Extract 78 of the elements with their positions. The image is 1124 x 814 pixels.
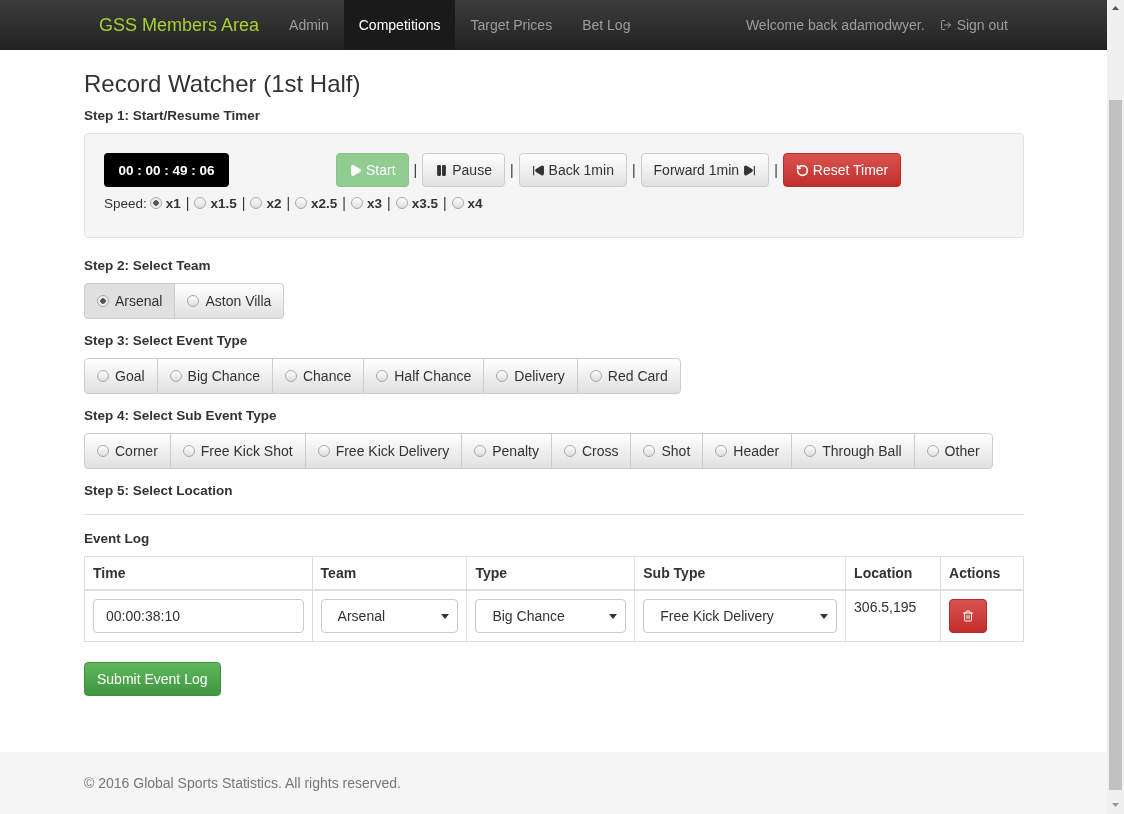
- option-button[interactable]: Red Card: [576, 358, 681, 394]
- step-label: Step 1: Start/Resume Timer: [84, 108, 262, 123]
- caret-icon: [820, 613, 829, 619]
- sign-out-link[interactable]: Sign out: [939, 17, 1023, 33]
- option-button[interactable]: Big Chance: [156, 358, 273, 394]
- speed-option[interactable]: x3: [351, 195, 382, 211]
- option-button[interactable]: Aston Villa: [174, 283, 285, 319]
- rotate-icon: [795, 163, 809, 177]
- option-button[interactable]: Half Chance: [363, 358, 485, 394]
- back-button[interactable]: Back 1min: [518, 153, 627, 187]
- nav-link[interactable]: Bet Log: [567, 0, 646, 50]
- welcome-text: Welcome back adamodwyer.: [745, 17, 925, 33]
- step-label: Step 4: Select Sub Event Type: [84, 408, 278, 423]
- option-button[interactable]: Chance: [271, 358, 365, 394]
- trash-icon: [962, 610, 974, 622]
- pause-icon: [435, 163, 449, 177]
- speed-option[interactable]: x3.5: [395, 195, 438, 211]
- nav-link[interactable]: Admin: [274, 0, 344, 50]
- speed-option[interactable]: x2.5: [295, 195, 338, 211]
- pause-button[interactable]: Pause: [422, 153, 505, 187]
- separator: |: [241, 195, 246, 211]
- option-button[interactable]: Penalty: [461, 433, 552, 469]
- option-button[interactable]: Free Kick Shot: [169, 433, 306, 469]
- step-label: Step 5: Select Location: [84, 483, 234, 498]
- team-select[interactable]: Arsenal: [320, 599, 459, 633]
- type-select[interactable]: Big Chance: [475, 599, 627, 633]
- column-header: Team: [312, 556, 467, 590]
- step-label: Step 3: Select Event Type: [84, 333, 249, 348]
- nav-link[interactable]: Competitions: [343, 0, 456, 50]
- sign-out-icon: [939, 19, 952, 31]
- separator: |: [185, 195, 190, 211]
- option-button[interactable]: Through Ball: [791, 433, 915, 469]
- option-button[interactable]: Corner: [84, 433, 171, 469]
- column-header: Sub Type: [634, 556, 846, 590]
- scrollbar[interactable]: [1107, 0, 1124, 814]
- speed-label: Speed:: [104, 195, 147, 211]
- speed-option[interactable]: x1: [149, 195, 181, 211]
- separator: |: [387, 195, 391, 211]
- skip-forward-icon: [743, 163, 757, 177]
- option-button[interactable]: Cross: [550, 433, 632, 469]
- speed-option[interactable]: x1.5: [194, 195, 237, 211]
- option-button[interactable]: Arsenal: [84, 283, 176, 319]
- separator: |: [442, 195, 447, 211]
- step-label: Step 2: Select Team: [84, 258, 212, 273]
- column-header: Type: [466, 556, 635, 590]
- brand: GSS Members Area: [98, 14, 261, 36]
- separator: |: [286, 195, 291, 211]
- speed-option[interactable]: x2: [250, 195, 282, 211]
- table-cell: 306.5,195: [845, 590, 941, 642]
- delete-button[interactable]: [949, 599, 987, 633]
- play-icon: [349, 163, 362, 177]
- separator: |: [774, 162, 778, 178]
- separator: |: [509, 162, 514, 178]
- separator: |: [413, 162, 418, 178]
- time-field[interactable]: 00:00:38:10: [93, 599, 304, 633]
- forward-button[interactable]: Forward 1min: [640, 153, 770, 187]
- copyright-text: © 2016 Global Sports Statistics. All rights reserved.: [84, 775, 401, 791]
- column-header: Actions: [940, 556, 1024, 590]
- option-button[interactable]: Free Kick Delivery: [304, 433, 463, 469]
- caret-icon: [441, 613, 450, 619]
- caret-icon: [609, 613, 618, 619]
- skip-back-icon: [531, 163, 545, 177]
- option-button[interactable]: Other: [913, 433, 993, 469]
- separator: |: [342, 195, 346, 211]
- nav-link[interactable]: Target Prices: [455, 0, 568, 50]
- timer-display: 00 : 00 : 49 : 06: [104, 153, 229, 187]
- reset-button[interactable]: Reset Timer: [782, 153, 902, 187]
- speed-option[interactable]: x4: [451, 195, 483, 211]
- section-label: Event Log: [84, 531, 151, 546]
- option-button[interactable]: Header: [702, 433, 793, 469]
- option-button[interactable]: Goal: [84, 358, 158, 394]
- column-header: Time: [84, 556, 313, 590]
- separator: |: [631, 162, 636, 178]
- page-title: Record Watcher (1st Half): [84, 70, 362, 98]
- sub-type-select[interactable]: Free Kick Delivery: [643, 599, 838, 633]
- option-button[interactable]: Shot: [630, 433, 704, 469]
- option-button[interactable]: Delivery: [483, 358, 578, 394]
- column-header: Location: [845, 556, 941, 590]
